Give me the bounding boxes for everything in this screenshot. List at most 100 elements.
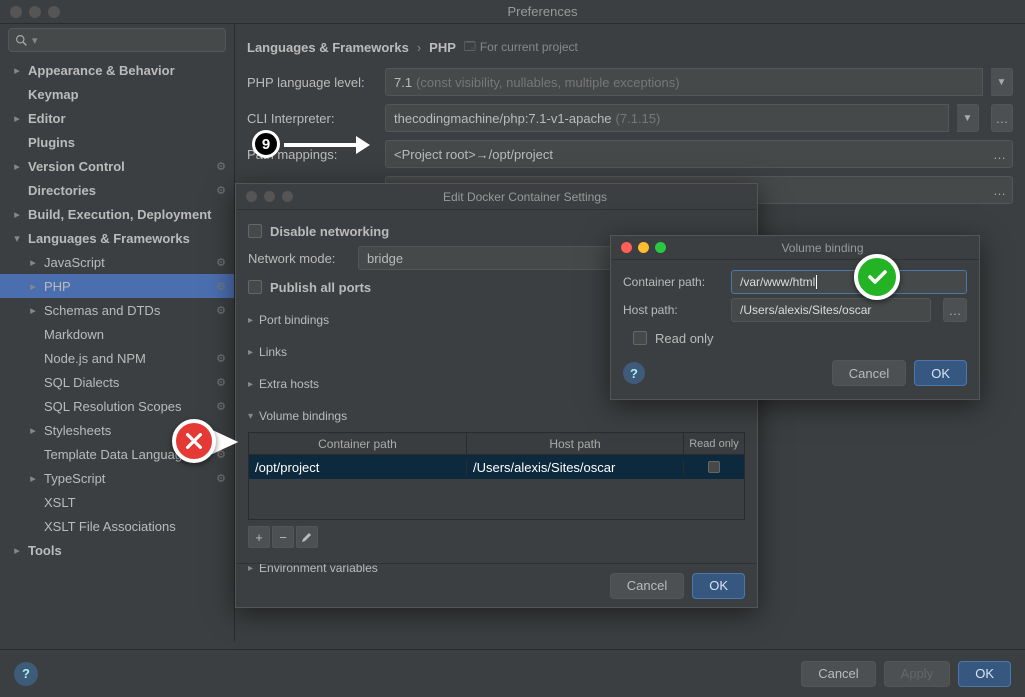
sidebar-item-xslt-file-associations[interactable]: XSLT File Associations [0, 514, 234, 538]
chevron-right-icon [12, 545, 22, 555]
sidebar-item-label: XSLT File Associations [44, 519, 176, 534]
sidebar-item-label: Editor [28, 111, 66, 126]
search-container: ▾ [0, 24, 234, 56]
col-host-path: Host path [467, 433, 684, 454]
gear-icon [216, 279, 226, 293]
sidebar-item-plugins[interactable]: Plugins [0, 130, 234, 154]
search-icon [15, 34, 28, 47]
vb-cancel-button[interactable]: Cancel [832, 360, 906, 386]
sidebar-item-typescript[interactable]: TypeScript [0, 466, 234, 490]
gear-icon [216, 471, 226, 485]
add-button[interactable]: + [248, 526, 270, 548]
readonly-checkbox[interactable] [633, 331, 647, 345]
sidebar-item-build-execution-deployment[interactable]: Build, Execution, Deployment [0, 202, 234, 226]
sidebar-item-node-js-and-npm[interactable]: Node.js and NPM [0, 346, 234, 370]
dlg-min-dot[interactable] [264, 191, 275, 202]
sidebar-item-label: Build, Execution, Deployment [28, 207, 211, 222]
sidebar-item-php[interactable]: PHP [0, 274, 234, 298]
host-path-input[interactable]: /Users/alexis/Sites/oscar [731, 298, 931, 322]
sidebar-item-editor[interactable]: Editor [0, 106, 234, 130]
chevron-right-icon [28, 425, 38, 435]
sidebar-item-label: SQL Resolution Scopes [44, 399, 182, 414]
docker-cancel-button[interactable]: Cancel [610, 573, 684, 599]
section-volume-bindings[interactable]: ▾Volume bindings [248, 404, 745, 428]
chevron-none-icon [28, 497, 38, 507]
chevron-none-icon [28, 353, 38, 363]
gear-icon [216, 159, 226, 173]
max-dot[interactable] [48, 6, 60, 18]
volume-row[interactable]: /opt/project /Users/alexis/Sites/oscar [249, 455, 744, 479]
gear-icon [216, 255, 226, 269]
sidebar-item-label: Tools [28, 543, 62, 558]
sidebar-item-languages-frameworks[interactable]: Languages & Frameworks [0, 226, 234, 250]
sidebar-item-markdown[interactable]: Markdown [0, 322, 234, 346]
disable-networking-label: Disable networking [270, 224, 389, 239]
footer-ok-button[interactable]: OK [958, 661, 1011, 687]
sidebar-item-sql-resolution-scopes[interactable]: SQL Resolution Scopes [0, 394, 234, 418]
dlg-max-dot[interactable] [282, 191, 293, 202]
chevron-none-icon [28, 377, 38, 387]
min-dot[interactable] [29, 6, 41, 18]
search-dropdown-icon[interactable]: ▾ [32, 34, 38, 47]
chevron-none-icon [28, 521, 38, 531]
volume-binding-dialog: Volume binding Container path: /var/www/… [610, 235, 980, 400]
sidebar-item-appearance-behavior[interactable]: Appearance & Behavior [0, 58, 234, 82]
sidebar-item-keymap[interactable]: Keymap [0, 82, 234, 106]
help-icon[interactable]: ? [623, 362, 645, 384]
volume-bindings-table: Container path Host path Read only /opt/… [248, 432, 745, 520]
project-icon [464, 38, 476, 57]
sidebar-item-directories[interactable]: Directories [0, 178, 234, 202]
close-dot[interactable] [10, 6, 22, 18]
cli-dropdown-icon[interactable]: ▼ [957, 104, 979, 132]
lang-level-select[interactable]: 7.1 (const visibility, nullables, multip… [385, 68, 983, 96]
chevron-right-icon [28, 473, 38, 483]
search-input[interactable]: ▾ [8, 28, 226, 52]
sidebar-item-sql-dialects[interactable]: SQL Dialects [0, 370, 234, 394]
cli-browse-button[interactable]: … [991, 104, 1013, 132]
sidebar-item-javascript[interactable]: JavaScript [0, 250, 234, 274]
chevron-none-icon [28, 401, 38, 411]
sidebar-item-label: Languages & Frameworks [28, 231, 190, 246]
annotation-success-icon [854, 254, 900, 300]
sidebar-item-version-control[interactable]: Version Control [0, 154, 234, 178]
lang-level-dropdown-icon[interactable]: ▼ [991, 68, 1013, 96]
cli-select[interactable]: thecodingmachine/php:7.1-v1-apache (7.1.… [385, 104, 949, 132]
vb-ok-button[interactable]: OK [914, 360, 967, 386]
chevron-none-icon [12, 185, 22, 195]
publish-all-ports-checkbox[interactable] [248, 280, 262, 294]
annotation-arrow [284, 140, 370, 150]
footer-cancel-button[interactable]: Cancel [801, 661, 875, 687]
disable-networking-checkbox[interactable] [248, 224, 262, 238]
breadcrumb-root[interactable]: Languages & Frameworks [247, 40, 409, 55]
container-path-input[interactable]: /var/www/html [731, 270, 967, 294]
annotation-error-icon [172, 419, 216, 463]
chevron-none-icon [28, 449, 38, 459]
chevron-down-icon [12, 233, 22, 243]
vb-close-dot[interactable] [621, 242, 632, 253]
docker-browse-icon[interactable]: … [993, 183, 1006, 198]
breadcrumb-leaf: PHP [429, 40, 456, 55]
text-cursor [816, 275, 817, 289]
sidebar-item-label: SQL Dialects [44, 375, 119, 390]
remove-button[interactable]: − [272, 526, 294, 548]
chevron-none-icon [12, 137, 22, 147]
docker-ok-button[interactable]: OK [692, 573, 745, 599]
footer-help-icon[interactable]: ? [14, 662, 38, 686]
chevron-none-icon [28, 329, 38, 339]
footer-apply-button[interactable]: Apply [884, 661, 951, 687]
sidebar-item-schemas-and-dtds[interactable]: Schemas and DTDs [0, 298, 234, 322]
container-path-label: Container path: [623, 275, 723, 289]
host-path-browse-button[interactable]: … [943, 298, 967, 322]
dlg-close-dot[interactable] [246, 191, 257, 202]
edit-button[interactable] [296, 526, 318, 548]
col-container-path: Container path [249, 433, 467, 454]
sidebar-item-label: Node.js and NPM [44, 351, 146, 366]
row-readonly-checkbox[interactable] [708, 461, 720, 473]
vb-min-dot[interactable] [638, 242, 649, 253]
vb-max-dot[interactable] [655, 242, 666, 253]
col-read-only: Read only [684, 433, 744, 454]
path-browse-icon[interactable]: … [993, 147, 1006, 162]
sidebar-item-xslt[interactable]: XSLT [0, 490, 234, 514]
path-mappings-field[interactable]: <Project root>→/opt/project … [385, 140, 1013, 168]
sidebar-item-tools[interactable]: Tools [0, 538, 234, 562]
